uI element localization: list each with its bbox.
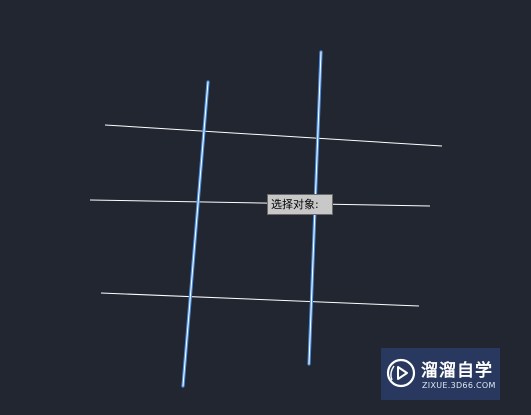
horizontal-line-2[interactable] xyxy=(89,199,431,207)
play-icon xyxy=(386,358,416,388)
watermark-title: 溜溜自学 xyxy=(421,361,493,381)
command-prompt-tooltip: 选择对象: xyxy=(267,194,333,215)
watermark-url: ZIXUE.3D66.COM xyxy=(422,381,496,390)
watermark: 溜溜自学 ZIXUE.3D66.COM xyxy=(381,348,500,400)
drawing-canvas[interactable]: 选择对象: 溜溜自学 ZIXUE.3D66.COM xyxy=(0,0,531,415)
selected-vertical-line-1[interactable] xyxy=(181,80,210,388)
horizontal-line-1[interactable] xyxy=(104,124,443,147)
horizontal-line-3[interactable] xyxy=(100,292,420,307)
